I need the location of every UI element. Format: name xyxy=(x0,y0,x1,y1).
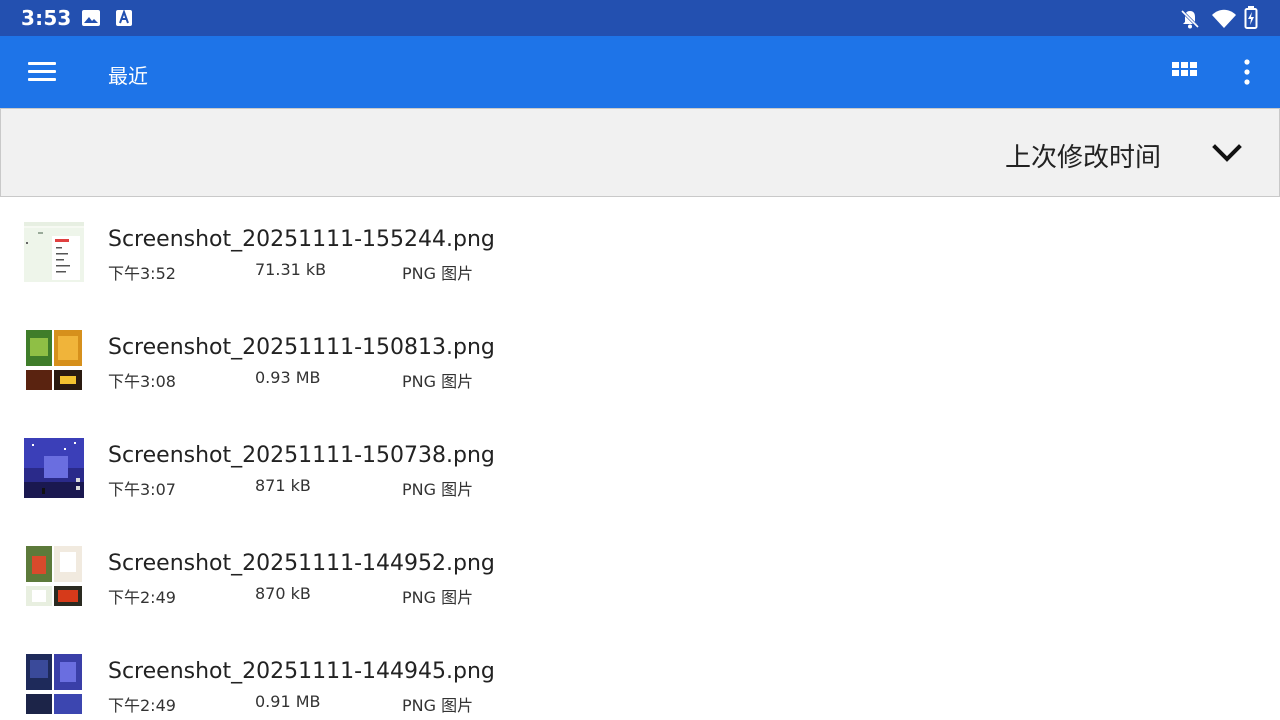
file-thumbnail xyxy=(24,546,84,606)
file-type: PNG 图片 xyxy=(402,588,474,607)
file-size: 0.93 MB xyxy=(255,368,321,387)
status-bar: 3:53 xyxy=(0,0,1280,36)
file-size: 0.91 MB xyxy=(255,692,321,711)
status-time: 3:53 xyxy=(21,6,72,30)
list-item[interactable]: Screenshot_20251111-144952.png 下午2:49 87… xyxy=(0,521,1280,629)
a-notification-icon xyxy=(114,8,134,32)
list-item[interactable]: Screenshot_20251111-144945.png 下午2:49 0.… xyxy=(0,629,1280,720)
list-item[interactable]: Screenshot_20251111-155244.png 下午3:52 71… xyxy=(0,197,1280,305)
file-type: PNG 图片 xyxy=(402,372,474,391)
file-thumbnail xyxy=(24,438,84,498)
file-size: 870 kB xyxy=(255,584,311,603)
file-type: PNG 图片 xyxy=(402,480,474,499)
sort-bar: 上次修改时间 xyxy=(0,108,1280,197)
app-bar: 最近 xyxy=(0,36,1280,108)
page-title: 最近 xyxy=(108,64,148,88)
file-name: Screenshot_20251111-155244.png xyxy=(108,227,495,252)
hamburger-icon[interactable] xyxy=(20,52,64,92)
bell-off-icon xyxy=(1179,8,1201,34)
sort-label[interactable]: 上次修改时间 xyxy=(1005,137,1161,174)
file-time: 下午3:08 xyxy=(108,372,176,391)
file-time: 下午2:49 xyxy=(108,696,176,715)
grid-view-icon[interactable] xyxy=(1164,52,1206,92)
file-time: 下午3:07 xyxy=(108,480,176,499)
list-item[interactable]: Screenshot_20251111-150813.png 下午3:08 0.… xyxy=(0,305,1280,413)
file-type: PNG 图片 xyxy=(402,264,474,283)
file-size: 71.31 kB xyxy=(255,260,327,279)
file-time: 下午3:52 xyxy=(108,264,176,283)
chevron-down-icon[interactable] xyxy=(1207,137,1247,171)
more-vert-icon[interactable] xyxy=(1228,52,1266,92)
wifi-icon xyxy=(1211,8,1237,34)
file-type: PNG 图片 xyxy=(402,696,474,715)
file-name: Screenshot_20251111-144945.png xyxy=(108,659,495,684)
file-thumbnail xyxy=(24,222,84,282)
file-name: Screenshot_20251111-144952.png xyxy=(108,551,495,576)
file-size: 871 kB xyxy=(255,476,311,495)
file-thumbnail xyxy=(24,654,84,714)
file-name: Screenshot_20251111-150738.png xyxy=(108,443,495,468)
file-name: Screenshot_20251111-150813.png xyxy=(108,335,495,360)
file-time: 下午2:49 xyxy=(108,588,176,607)
file-thumbnail xyxy=(24,330,84,390)
list-item[interactable]: Screenshot_20251111-150738.png 下午3:07 87… xyxy=(0,413,1280,521)
file-list: Screenshot_20251111-155244.png 下午3:52 71… xyxy=(0,197,1280,720)
image-icon xyxy=(81,8,101,32)
battery-icon xyxy=(1244,6,1258,34)
